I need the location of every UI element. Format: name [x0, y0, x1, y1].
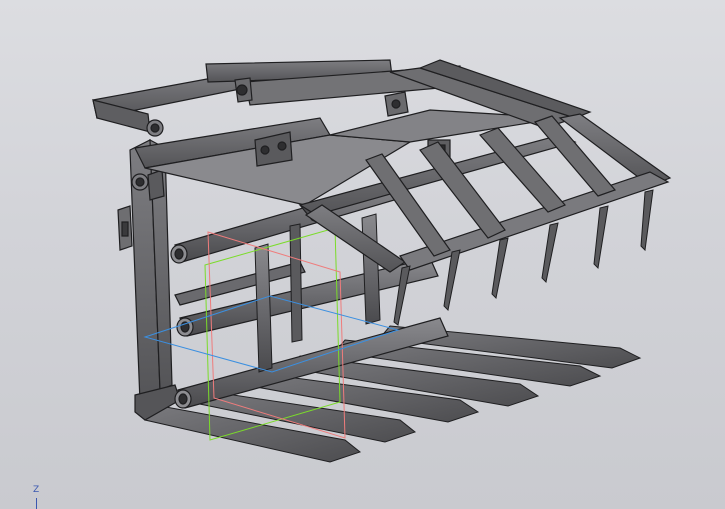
- cad-3d-viewport[interactable]: Z: [0, 0, 725, 509]
- z-axis-label: Z: [33, 485, 40, 495]
- z-axis-indicator-icon: [36, 498, 37, 509]
- left-side-frame: [117, 138, 181, 421]
- 3d-model-view[interactable]: [0, 0, 725, 509]
- upper-frame: [92, 59, 592, 229]
